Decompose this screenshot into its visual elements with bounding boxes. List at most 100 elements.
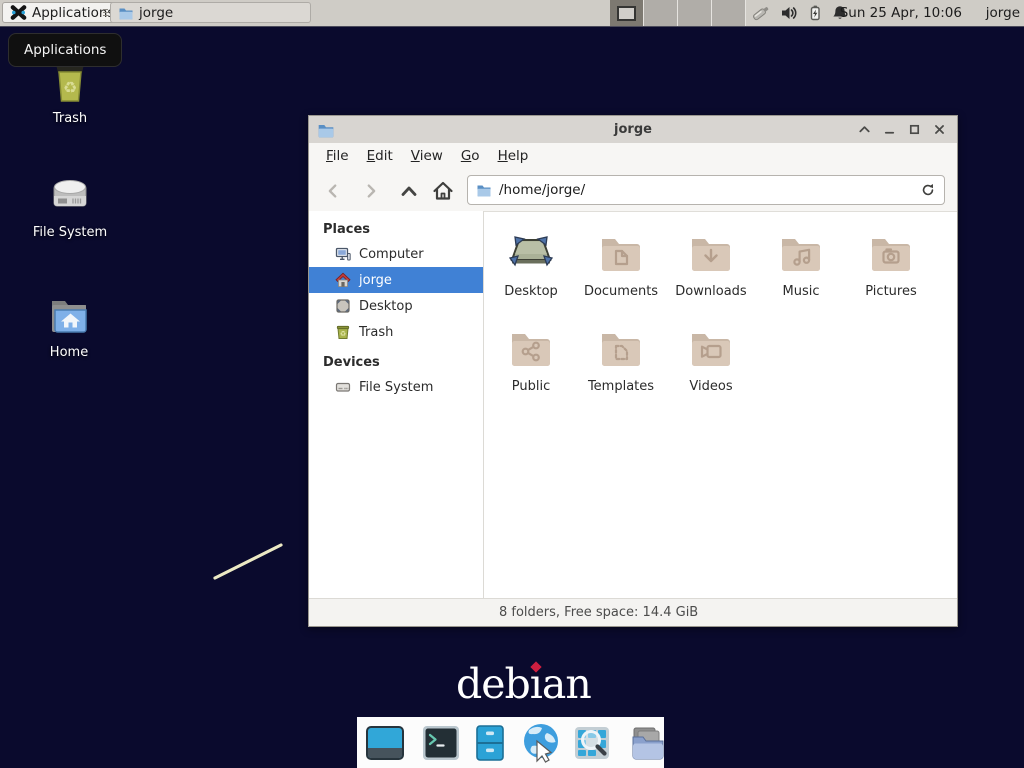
maximize-button[interactable] <box>906 122 922 138</box>
sidebar-item-jorge[interactable]: jorge <box>309 267 483 293</box>
folder-item-public[interactable]: Public <box>486 322 576 417</box>
back-button[interactable] <box>321 179 345 203</box>
shade-button[interactable] <box>856 122 872 138</box>
user-menu[interactable]: jorge <box>986 0 1020 26</box>
show-desktop-button[interactable] <box>364 722 406 764</box>
desktop-special-icon <box>507 227 555 275</box>
directory-menu-button[interactable] <box>627 722 669 764</box>
workspace-2[interactable] <box>644 0 678 26</box>
workspace-1[interactable] <box>610 0 644 26</box>
folder-item-pictures[interactable]: Pictures <box>846 227 936 322</box>
window-icon <box>317 121 335 139</box>
app-finder-icon <box>571 722 613 764</box>
path-folder-icon <box>476 182 492 198</box>
menu-view[interactable]: View <box>402 145 452 167</box>
folder-item-downloads[interactable]: Downloads <box>666 227 756 322</box>
folder-label: Pictures <box>865 284 916 299</box>
menu-help[interactable]: Help <box>489 145 538 167</box>
home-folder-icon <box>45 292 93 340</box>
file-manager-button[interactable] <box>469 722 511 764</box>
toolbar: /home/jorge/ <box>309 169 957 212</box>
scribble-line <box>208 538 290 586</box>
stylus-tray-icon[interactable] <box>751 3 771 27</box>
user-name: jorge <box>986 5 1020 21</box>
trash-label: Trash <box>53 111 87 126</box>
folder-downloads-icon <box>687 227 735 275</box>
close-button[interactable] <box>931 122 947 138</box>
workspace-switcher <box>610 0 746 26</box>
folder-item-templates[interactable]: Templates <box>576 322 666 417</box>
home-icon <box>335 272 351 288</box>
up-button[interactable] <box>397 179 421 203</box>
minimize-button[interactable] <box>881 122 897 138</box>
folder-music-icon <box>777 227 825 275</box>
web-browser-button[interactable] <box>518 722 564 764</box>
terminal-icon <box>420 722 462 764</box>
menu-go[interactable]: Go <box>452 145 489 167</box>
sidebar-label: jorge <box>359 273 392 288</box>
status-text: 8 folders, Free space: 14.4 GiB <box>499 605 698 620</box>
folder-item-videos[interactable]: Videos <box>666 322 756 417</box>
terminal-button[interactable] <box>420 722 462 764</box>
filesystem-label: File System <box>33 225 107 240</box>
window-titlebar[interactable]: jorge <box>309 116 957 144</box>
sidebar: Places Computer jorge <box>309 211 484 598</box>
folder-label: Desktop <box>504 284 558 299</box>
folder-pictures-icon <box>867 227 915 275</box>
top-panel: Applications jorge <box>0 0 1024 27</box>
drive-icon <box>46 172 94 220</box>
sidebar-label: Computer <box>359 247 424 262</box>
clock-text: Sun 25 Apr, 10:06 <box>840 5 962 21</box>
sidebar-item-computer[interactable]: Computer <box>309 241 483 267</box>
drive-small-icon <box>335 379 351 395</box>
menu-file[interactable]: File <box>317 145 358 167</box>
workspace-4[interactable] <box>712 0 746 26</box>
debian-logo-text: deb <box>456 660 530 708</box>
desktop: debıan ♻ Trash File System Home <box>0 0 1024 768</box>
app-finder-button[interactable] <box>571 722 613 764</box>
computer-icon <box>335 246 351 262</box>
trash-small-icon: ♻ <box>335 324 351 340</box>
taskbar-window-button[interactable]: jorge <box>110 2 311 23</box>
folder-item-desktop[interactable]: Desktop <box>486 227 576 322</box>
reload-icon[interactable] <box>920 182 936 198</box>
panel-handle[interactable] <box>102 2 108 23</box>
home-label: Home <box>50 345 88 360</box>
sidebar-label: Trash <box>359 325 393 340</box>
svg-text:♻: ♻ <box>63 78 77 97</box>
svg-text:♻: ♻ <box>340 330 346 338</box>
desktop-icon-home[interactable]: Home <box>14 292 124 360</box>
workspace-3[interactable] <box>678 0 712 26</box>
folder-label: Documents <box>584 284 658 299</box>
file-cabinet-icon <box>469 722 511 764</box>
sidebar-label: Desktop <box>359 299 413 314</box>
desktop-icon-filesystem[interactable]: File System <box>15 172 125 240</box>
sidebar-item-filesystem[interactable]: File System <box>309 374 483 400</box>
folder-item-music[interactable]: Music <box>756 227 846 322</box>
menu-edit[interactable]: Edit <box>358 145 402 167</box>
sidebar-item-trash[interactable]: ♻ Trash <box>309 319 483 345</box>
forward-button[interactable] <box>359 179 383 203</box>
dock <box>357 717 664 768</box>
folder-item-documents[interactable]: Documents <box>576 227 666 322</box>
path-input[interactable]: /home/jorge/ <box>467 175 945 205</box>
home-button[interactable] <box>431 179 455 203</box>
show-desktop-icon <box>364 722 406 764</box>
folder-templates-icon <box>597 322 645 370</box>
debian-logo-text2: an <box>542 660 591 708</box>
applications-icon <box>10 4 27 21</box>
debian-logo-i: ı <box>530 660 542 708</box>
path-text: /home/jorge/ <box>499 182 913 198</box>
folder-label: Downloads <box>675 284 746 299</box>
taskbar-window-label: jorge <box>139 5 173 21</box>
statusbar: 8 folders, Free space: 14.4 GiB <box>309 598 957 626</box>
sidebar-label: File System <box>359 380 433 395</box>
desktop-icon <box>335 298 351 314</box>
battery-tray-icon[interactable] <box>806 4 824 26</box>
sidebar-item-desktop[interactable]: Desktop <box>309 293 483 319</box>
folder-label: Music <box>783 284 820 299</box>
clock[interactable]: Sun 25 Apr, 10:06 <box>840 0 962 26</box>
file-view: Desktop Documents <box>486 211 946 598</box>
volume-tray-icon[interactable] <box>779 3 799 27</box>
desktop-icon-trash[interactable]: ♻ Trash <box>15 58 125 126</box>
